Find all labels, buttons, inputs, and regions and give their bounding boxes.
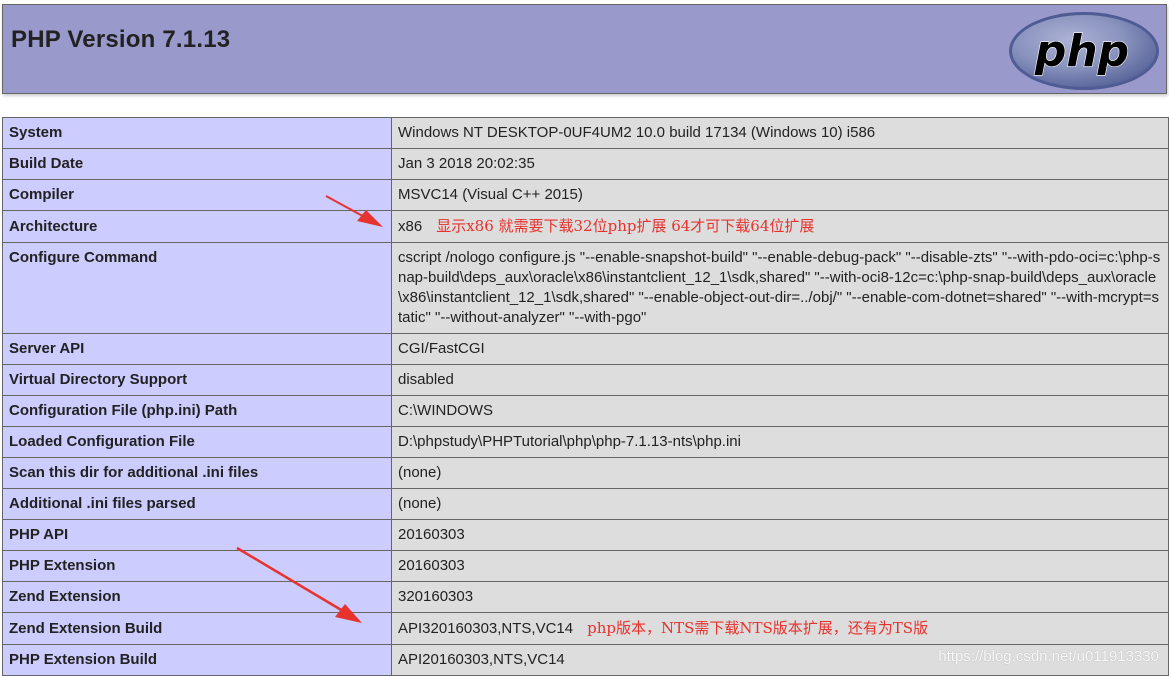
info-value: 320160303 xyxy=(398,588,474,605)
info-value: 20160303 xyxy=(398,557,465,574)
phpinfo-rows: System Windows NT DESKTOP-0UF4UM2 10.0 bu… xyxy=(2,117,1169,676)
info-key: Build Date xyxy=(2,148,392,180)
info-value-cell: C:\WINDOWS xyxy=(391,395,1169,427)
info-value-cell: (none) xyxy=(391,457,1169,489)
info-row: Server API CGI/FastCGI xyxy=(2,333,1169,365)
info-key: Server API xyxy=(2,333,392,365)
info-value-cell: MSVC14 (Visual C++ 2015) xyxy=(391,179,1169,211)
info-value: (none) xyxy=(398,464,442,481)
info-row: Compiler MSVC14 (Visual C++ 2015) xyxy=(2,179,1169,211)
info-value: Jan 3 2018 20:02:35 xyxy=(398,155,535,172)
info-row: Configuration File (php.ini) Path C:\WIND… xyxy=(2,395,1169,427)
info-value-cell: (none) xyxy=(391,488,1169,520)
info-value-cell: 320160303 xyxy=(391,581,1169,613)
info-value-cell: 20160303 xyxy=(391,550,1169,582)
info-value-cell: disabled xyxy=(391,364,1169,396)
info-key: Scan this dir for additional .ini files xyxy=(2,457,392,489)
info-row: Additional .ini files parsed (none) xyxy=(2,488,1169,520)
info-key: Zend Extension Build xyxy=(2,612,392,645)
info-value-cell: D:\phpstudy\PHPTutorial\php\php-7.1.13-n… xyxy=(391,426,1169,458)
info-value: Windows NT DESKTOP-0UF4UM2 10.0 build 17… xyxy=(398,124,876,141)
info-value: 20160303 xyxy=(398,526,465,543)
info-key: Compiler xyxy=(2,179,392,211)
info-key: Configure Command xyxy=(2,242,392,334)
info-row: Configure Command cscript /nologo configu… xyxy=(2,242,1169,334)
info-value-cell: Windows NT DESKTOP-0UF4UM2 10.0 build 17… xyxy=(391,117,1169,149)
info-value: API320160303,NTS,VC14 xyxy=(398,620,574,637)
info-key: Configuration File (php.ini) Path xyxy=(2,395,392,427)
info-row: Zend Extension 320160303 xyxy=(2,581,1169,613)
info-value-cell: CGI/FastCGI xyxy=(391,333,1169,365)
info-key: System xyxy=(2,117,392,149)
php-logo-text: php xyxy=(1034,26,1129,77)
info-value: API20160303,NTS,VC14 xyxy=(398,651,565,668)
info-value-cell: cscript /nologo configure.js "--enable-s… xyxy=(391,242,1169,334)
info-value: disabled xyxy=(398,371,454,388)
info-row: Build Date Jan 3 2018 20:02:35 xyxy=(2,148,1169,180)
info-row: Loaded Configuration File D:\phpstudy\PHP… xyxy=(2,426,1169,458)
info-key: Virtual Directory Support xyxy=(2,364,392,396)
info-value-cell: Jan 3 2018 20:02:35 xyxy=(391,148,1169,180)
info-row: PHP Extension 20160303 xyxy=(2,550,1169,582)
annotation-note: 显示x86 就需要下载32位php扩展 64才可下载64位扩展 xyxy=(436,217,815,235)
info-row: Virtual Directory Support disabled xyxy=(2,364,1169,396)
watermark: https://blog.csdn.net/u011913330 xyxy=(938,648,1159,665)
info-key: PHP Extension Build xyxy=(2,644,392,676)
info-key: PHP Extension xyxy=(2,550,392,582)
info-value: (none) xyxy=(398,495,442,512)
info-key: Zend Extension xyxy=(2,581,392,613)
php-logo-icon[interactable]: php xyxy=(1006,8,1162,92)
info-value: cscript /nologo configure.js "--enable-s… xyxy=(398,249,1161,326)
info-key: Additional .ini files parsed xyxy=(2,488,392,520)
info-row: System Windows NT DESKTOP-0UF4UM2 10.0 bu… xyxy=(2,117,1169,149)
info-value: C:\WINDOWS xyxy=(398,402,493,419)
info-key: Loaded Configuration File xyxy=(2,426,392,458)
info-key: Architecture xyxy=(2,210,392,243)
info-row: Scan this dir for additional .ini files (… xyxy=(2,457,1169,489)
phpinfo-header: PHP Version 7.1.13 php xyxy=(2,4,1167,94)
info-value: D:\phpstudy\PHPTutorial\php\php-7.1.13-n… xyxy=(398,433,741,450)
annotation-note: php版本，NTS需下载NTS版本扩展，还有为TS版 xyxy=(587,619,929,637)
info-value-cell: 20160303 xyxy=(391,519,1169,551)
info-row: PHP API 20160303 xyxy=(2,519,1169,551)
info-row: Zend Extension Build API320160303,NTS,VC1… xyxy=(2,612,1169,645)
info-value-cell: API320160303,NTS,VC14 php版本，NTS需下载NTS版本扩展… xyxy=(391,612,1169,645)
phpinfo-table: System Windows NT DESKTOP-0UF4UM2 10.0 bu… xyxy=(2,117,1169,676)
info-value: x86 xyxy=(398,218,423,235)
info-row: Architecture x86 显示x86 就需要下载32位php扩展 64才可下… xyxy=(2,210,1169,243)
info-value: CGI/FastCGI xyxy=(398,340,485,357)
info-value-cell: x86 显示x86 就需要下载32位php扩展 64才可下载64位扩展 xyxy=(391,210,1169,243)
page-title: PHP Version 7.1.13 xyxy=(11,26,231,53)
info-key: PHP API xyxy=(2,519,392,551)
info-value: MSVC14 (Visual C++ 2015) xyxy=(398,186,583,203)
